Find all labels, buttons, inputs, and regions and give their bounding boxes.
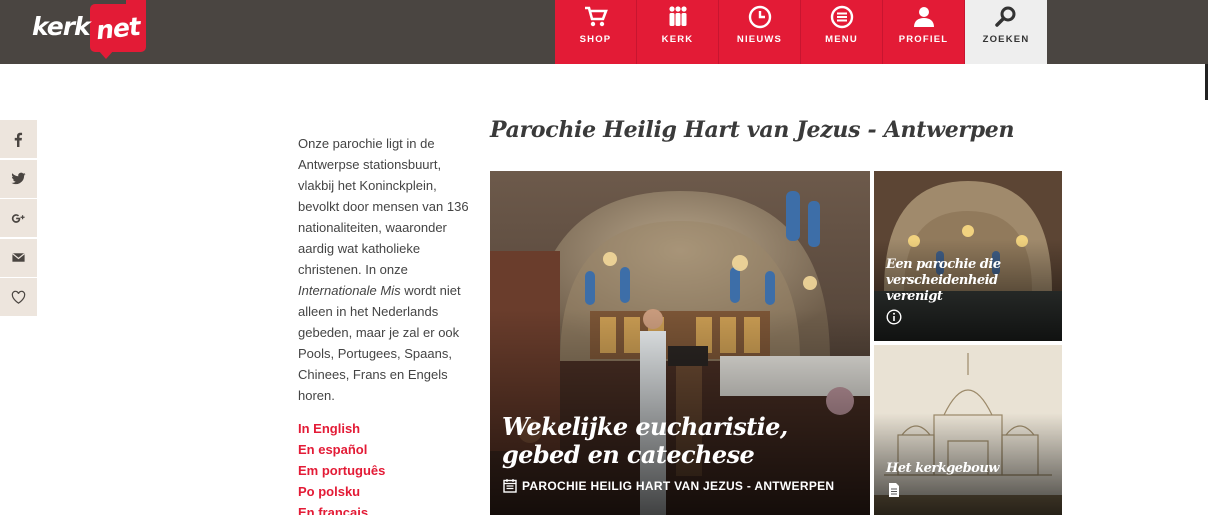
facebook-icon (14, 132, 23, 147)
twitter-icon (11, 172, 26, 185)
side-tile-parish-title: Een parochie die verscheidenheid verenig… (886, 257, 1001, 304)
nav-shop-label: SHOP (579, 34, 612, 45)
nav-nieuws-label: NIEUWS (736, 34, 783, 45)
search-icon (995, 6, 1016, 27)
feature-tile-title: Wekelijke eucharistie, gebed en cateches… (502, 412, 788, 469)
social-share-bar (0, 120, 37, 318)
nav-zoeken-label: ZOEKEN (982, 34, 1030, 45)
nav-zoeken[interactable]: ZOEKEN (965, 0, 1047, 64)
calendar-icon (503, 479, 517, 493)
language-links: In English En español Em português Po po… (298, 418, 385, 515)
side-tile-building[interactable]: Het kerkgebouw (874, 345, 1062, 515)
intro-emphasis: Internationale Mis (298, 283, 401, 298)
heart-icon (11, 290, 26, 304)
top-navigation-bar: kerk net SHOP KERK NIEUWS MENU PROFIEL Z… (0, 0, 1208, 64)
menu-icon (830, 5, 853, 29)
feature-tile-meta: PAROCHIE HEILIG HART VAN JEZUS - ANTWERP… (503, 478, 834, 493)
info-icon (886, 309, 902, 325)
page-title: Parochie Heilig Hart van Jezus - Antwerp… (490, 117, 1015, 143)
lang-link-french[interactable]: En français (298, 502, 385, 515)
feature-tile-main[interactable]: Wekelijke eucharistie, gebed en cateches… (490, 171, 870, 515)
intro-paragraph: Onze parochie ligt in de Antwerpse stati… (298, 133, 480, 406)
side-tile-parish[interactable]: Een parochie die verscheidenheid verenig… (874, 171, 1062, 341)
intro-text-1: Onze parochie ligt in de Antwerpse stati… (298, 136, 469, 277)
nav-kerk-label: KERK (661, 34, 694, 45)
share-google-plus-button[interactable] (0, 199, 37, 237)
user-icon (913, 7, 934, 27)
kerknet-logo[interactable]: kerk net (30, 0, 150, 60)
side-tile-building-title: Het kerkgebouw (886, 461, 999, 476)
nav-shop[interactable]: SHOP (555, 0, 637, 64)
document-icon (889, 483, 899, 497)
cart-icon (584, 6, 608, 27)
nav-profiel[interactable]: PROFIEL (883, 0, 965, 64)
nav-menu[interactable]: MENU (801, 0, 883, 64)
favorite-button[interactable] (0, 278, 37, 316)
share-mail-button[interactable] (0, 238, 37, 277)
nav-kerk[interactable]: KERK (637, 0, 719, 64)
share-twitter-button[interactable] (0, 159, 37, 198)
feature-tile-meta-text: PAROCHIE HEILIG HART VAN JEZUS - ANTWERP… (522, 478, 835, 493)
mail-icon (12, 253, 25, 262)
lang-link-polish[interactable]: Po polsku (298, 481, 385, 502)
main-nav: SHOP KERK NIEUWS MENU PROFIEL ZOEKEN (555, 0, 1047, 64)
intro-text-2: wordt niet alleen in het Nederlands gebe… (298, 283, 461, 403)
logo-text-kerk: kerk (32, 12, 91, 41)
lang-link-spanish[interactable]: En español (298, 439, 385, 460)
nav-menu-label: MENU (825, 34, 858, 45)
nav-nieuws[interactable]: NIEUWS (719, 0, 801, 64)
lang-link-portuguese[interactable]: Em português (298, 460, 385, 481)
clock-icon (748, 5, 771, 29)
google-plus-icon (11, 213, 25, 223)
nav-profiel-label: PROFIEL (898, 34, 949, 45)
logo-text-net: net (94, 11, 142, 46)
people-icon (668, 6, 687, 26)
share-facebook-button[interactable] (0, 120, 37, 158)
lang-link-english[interactable]: In English (298, 418, 385, 439)
